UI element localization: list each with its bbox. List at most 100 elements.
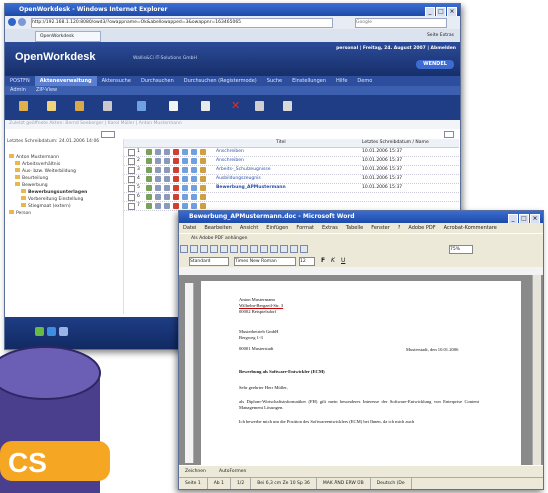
row-action-icon[interactable] xyxy=(191,185,197,191)
row-action-icon[interactable] xyxy=(164,185,170,191)
tree-item[interactable]: Anton Mustermann xyxy=(9,154,121,161)
row-action-icon[interactable] xyxy=(164,176,170,182)
style-select[interactable]: Standard xyxy=(189,257,229,266)
table-row[interactable]: 1 Anschreiben 10.01.2006 15:37 xyxy=(124,148,459,157)
row-checkbox[interactable] xyxy=(128,158,135,165)
row-checkbox[interactable] xyxy=(128,167,135,174)
status-blue-icon[interactable] xyxy=(47,327,56,336)
row-action-icon[interactable] xyxy=(164,149,170,155)
menu-item[interactable]: Adobe PDF xyxy=(404,225,439,231)
address-input[interactable]: http://192.168.1.120:8080/owd3/?owappnam… xyxy=(31,18,333,28)
zoom-select[interactable]: 75% xyxy=(449,245,473,254)
row-action-icon[interactable] xyxy=(182,185,188,191)
table-row[interactable]: 6 xyxy=(124,193,459,202)
search-input[interactable]: Google xyxy=(355,18,447,28)
row-action-icon[interactable] xyxy=(182,167,188,173)
nav-item[interactable]: Aktensuche xyxy=(97,76,136,86)
tree-item[interactable]: Vorbereitung Einstellung xyxy=(9,196,121,203)
subnav-item[interactable]: ZIP-View xyxy=(31,86,62,95)
nav-item[interactable]: Durchsuchen xyxy=(136,76,179,86)
spell-icon[interactable] xyxy=(230,245,238,253)
document-page[interactable]: Anton Mustermann Wilhelm-Bergzeil-Str. 3… xyxy=(201,281,521,471)
draw-menu[interactable]: Zeichnen xyxy=(185,468,206,476)
tree-item[interactable]: Arbeitsverhältnis xyxy=(9,161,121,168)
row-action-icon[interactable] xyxy=(155,185,161,191)
autoshapes-menu[interactable]: AutoFormen xyxy=(219,468,246,476)
nav-item[interactable]: Demo xyxy=(352,76,377,86)
row-action-icon[interactable] xyxy=(200,203,206,209)
row-action-icon[interactable] xyxy=(146,194,152,200)
menu-item[interactable]: Extras xyxy=(318,225,342,231)
nav-item[interactable]: Durchsuchen (Registermode) xyxy=(179,76,262,86)
redo-icon[interactable] xyxy=(280,245,288,253)
menu-item[interactable]: ? xyxy=(394,225,405,231)
folder-icon[interactable] xyxy=(19,101,28,111)
table-row[interactable]: 3 Arbeits-_Schulzeugnisse 10.01.2006 15:37 xyxy=(124,166,459,175)
row-action-icon[interactable] xyxy=(200,194,206,200)
nav-item[interactable]: Einstellungen xyxy=(287,76,331,86)
menu-item[interactable]: Datei xyxy=(179,225,200,231)
row-action-icon[interactable] xyxy=(164,158,170,164)
row-action-icon[interactable] xyxy=(200,158,206,164)
row-action-icon[interactable] xyxy=(173,203,179,209)
tree-item[interactable]: Beurteilung xyxy=(9,175,121,182)
underline-button[interactable]: U xyxy=(341,257,345,264)
row-title[interactable]: Ausbildungszeugnis xyxy=(216,176,261,181)
archive-icon[interactable] xyxy=(75,101,84,111)
row-action-icon[interactable] xyxy=(173,185,179,191)
row-action-icon[interactable] xyxy=(155,149,161,155)
row-action-icon[interactable] xyxy=(146,158,152,164)
back-icon[interactable] xyxy=(8,18,16,26)
menu-item[interactable]: Format xyxy=(292,225,318,231)
row-action-icon[interactable] xyxy=(155,158,161,164)
columns-icon[interactable] xyxy=(300,245,308,253)
tree-item[interactable]: Aus- bzw. Weiterbildung xyxy=(9,168,121,175)
undo-icon[interactable] xyxy=(270,245,278,253)
row-action-icon[interactable] xyxy=(191,149,197,155)
settings-icon[interactable] xyxy=(255,101,264,111)
row-action-icon[interactable] xyxy=(182,149,188,155)
nav-item[interactable]: Akteneverwaltung xyxy=(34,76,97,86)
row-action-icon[interactable] xyxy=(155,194,161,200)
refresh-icon[interactable] xyxy=(444,131,454,138)
vertical-ruler[interactable] xyxy=(185,283,194,463)
copy-icon[interactable] xyxy=(103,101,112,111)
tools-icon[interactable] xyxy=(283,101,292,111)
pdf-attach-button[interactable]: Als Adobe PDF anhängen xyxy=(191,235,248,243)
tree-item[interactable]: Person xyxy=(9,210,121,217)
table-row[interactable]: 5 Bewerbung_APMustermann 10.01.2006 15:37 xyxy=(124,184,459,193)
subnav-item[interactable]: Admin xyxy=(5,86,31,95)
table-icon[interactable] xyxy=(290,245,298,253)
row-action-icon[interactable] xyxy=(146,185,152,191)
menu-item[interactable]: Fenster xyxy=(367,225,394,231)
row-action-icon[interactable] xyxy=(146,149,152,155)
row-action-icon[interactable] xyxy=(191,194,197,200)
row-action-icon[interactable] xyxy=(191,158,197,164)
menu-item[interactable]: Einfügen xyxy=(262,225,292,231)
menu-item[interactable]: Bearbeiten xyxy=(200,225,235,231)
row-action-icon[interactable] xyxy=(173,167,179,173)
nav-item[interactable]: Suche xyxy=(262,76,287,86)
row-action-icon[interactable] xyxy=(155,167,161,173)
row-checkbox[interactable] xyxy=(128,185,135,192)
document-icon[interactable] xyxy=(137,101,146,111)
forward-icon[interactable] xyxy=(18,18,26,26)
nav-item[interactable]: POSTFN xyxy=(5,76,35,86)
pane-toggle-icon[interactable] xyxy=(101,131,115,138)
tree-item[interactable]: Bewerbung xyxy=(9,182,121,189)
tree-item[interactable]: Stiegmaat (extern) xyxy=(9,203,121,210)
vertical-scrollbar[interactable] xyxy=(532,275,541,465)
col-date[interactable]: Letztes Schreibdatum / Name xyxy=(362,140,429,145)
paste-icon[interactable] xyxy=(260,245,268,253)
row-action-icon[interactable] xyxy=(146,176,152,182)
row-action-icon[interactable] xyxy=(182,203,188,209)
row-action-icon[interactable] xyxy=(155,176,161,182)
row-action-icon[interactable] xyxy=(146,167,152,173)
row-action-icon[interactable] xyxy=(182,158,188,164)
page-icon[interactable] xyxy=(169,101,178,111)
col-title[interactable]: Titel xyxy=(276,140,286,145)
nav-item[interactable]: Hilfe xyxy=(331,76,352,86)
open-folder-icon[interactable] xyxy=(47,101,56,111)
tree-item[interactable]: Bewerbungsunterlagen xyxy=(9,189,121,196)
row-title[interactable]: Arbeits-_Schulzeugnisse xyxy=(216,167,270,172)
